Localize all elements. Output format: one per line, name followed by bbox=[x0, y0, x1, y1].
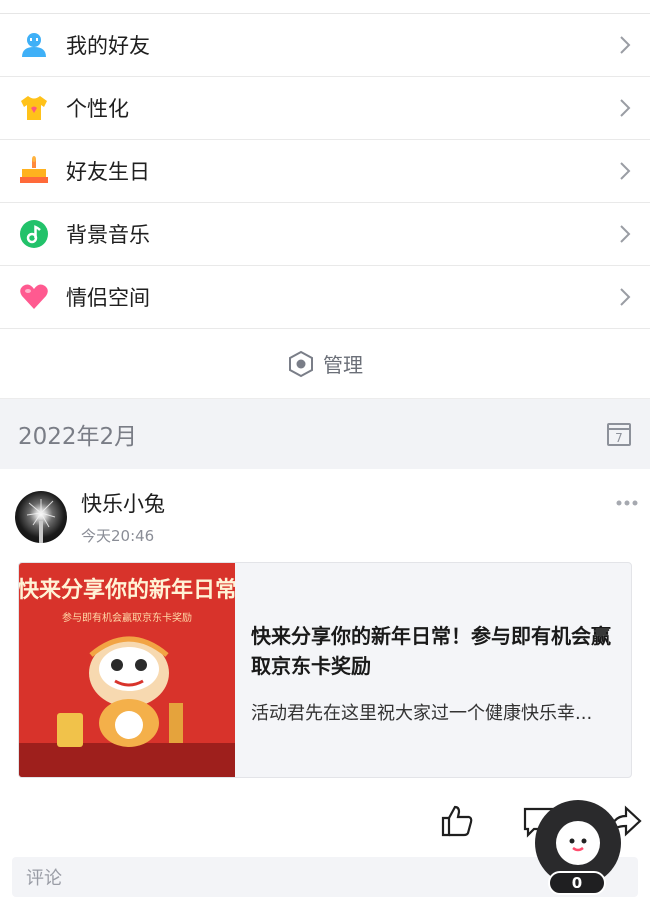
calendar-day: 7 bbox=[615, 431, 623, 445]
menu-list: 我的好友 个性化 好友生日 背景音乐 情侣空间 bbox=[0, 14, 650, 329]
like-icon[interactable] bbox=[440, 804, 474, 838]
card-title: 快来分享你的新年日常！参与即有机会赢取京东卡奖励 bbox=[251, 624, 611, 678]
card-thumbnail: 快来分享你的新年日常 参与即有机会赢取京东卡奖励 bbox=[19, 563, 237, 777]
menu-item-friends[interactable]: 我的好友 bbox=[0, 14, 650, 77]
birthday-cake-icon bbox=[18, 155, 50, 187]
hexagon-icon bbox=[289, 350, 313, 377]
chevron-right-icon bbox=[620, 162, 631, 180]
mascot-face-icon bbox=[556, 821, 600, 865]
thumb-headline: 快来分享你的新年日常 bbox=[19, 577, 235, 603]
more-icon[interactable] bbox=[616, 499, 638, 507]
post-username[interactable]: 快乐小兔 bbox=[81, 491, 165, 517]
post-header: 快乐小兔 今天20:46 bbox=[0, 469, 650, 546]
music-note-icon bbox=[18, 218, 50, 250]
chevron-right-icon bbox=[620, 288, 631, 306]
thumb-subtitle: 参与即有机会赢取京东卡奖励 bbox=[62, 611, 192, 624]
avatar[interactable] bbox=[15, 491, 67, 543]
menu-item-label: 好友生日 bbox=[66, 160, 150, 184]
heart-icon bbox=[18, 281, 50, 313]
menu-item-label: 背景音乐 bbox=[66, 223, 150, 247]
menu-item-music[interactable]: 背景音乐 bbox=[0, 203, 650, 266]
menu-item-birthday[interactable]: 好友生日 bbox=[0, 140, 650, 203]
friends-icon bbox=[18, 29, 50, 61]
menu-item-label: 个性化 bbox=[66, 97, 129, 121]
chevron-right-icon bbox=[620, 225, 631, 243]
top-divider bbox=[0, 0, 650, 14]
chevron-right-icon bbox=[620, 36, 631, 54]
menu-item-label: 情侣空间 bbox=[66, 286, 150, 310]
month-header: 2022年2月 7 bbox=[0, 399, 650, 469]
post-time: 今天20:46 bbox=[81, 527, 155, 545]
tshirt-icon bbox=[18, 92, 50, 124]
menu-item-label: 我的好友 bbox=[66, 34, 150, 58]
comment-placeholder: 评论 bbox=[26, 868, 62, 889]
chevron-right-icon bbox=[620, 99, 631, 117]
shared-link-card[interactable]: 快来分享你的新年日常 参与即有机会赢取京东卡奖励 快来分享你的新年日常！参与即有… bbox=[18, 562, 632, 778]
manage-label: 管理 bbox=[323, 353, 363, 377]
menu-item-couple-space[interactable]: 情侣空间 bbox=[0, 266, 650, 329]
month-label: 2022年2月 bbox=[18, 424, 138, 450]
manage-button[interactable]: 管理 bbox=[0, 329, 650, 399]
menu-item-personalize[interactable]: 个性化 bbox=[0, 77, 650, 140]
floating-count-badge: 0 bbox=[548, 871, 606, 895]
card-description: 活动君先在这里祝大家过一个健康快乐幸... bbox=[251, 703, 593, 724]
calendar-icon[interactable]: 7 bbox=[606, 421, 632, 447]
